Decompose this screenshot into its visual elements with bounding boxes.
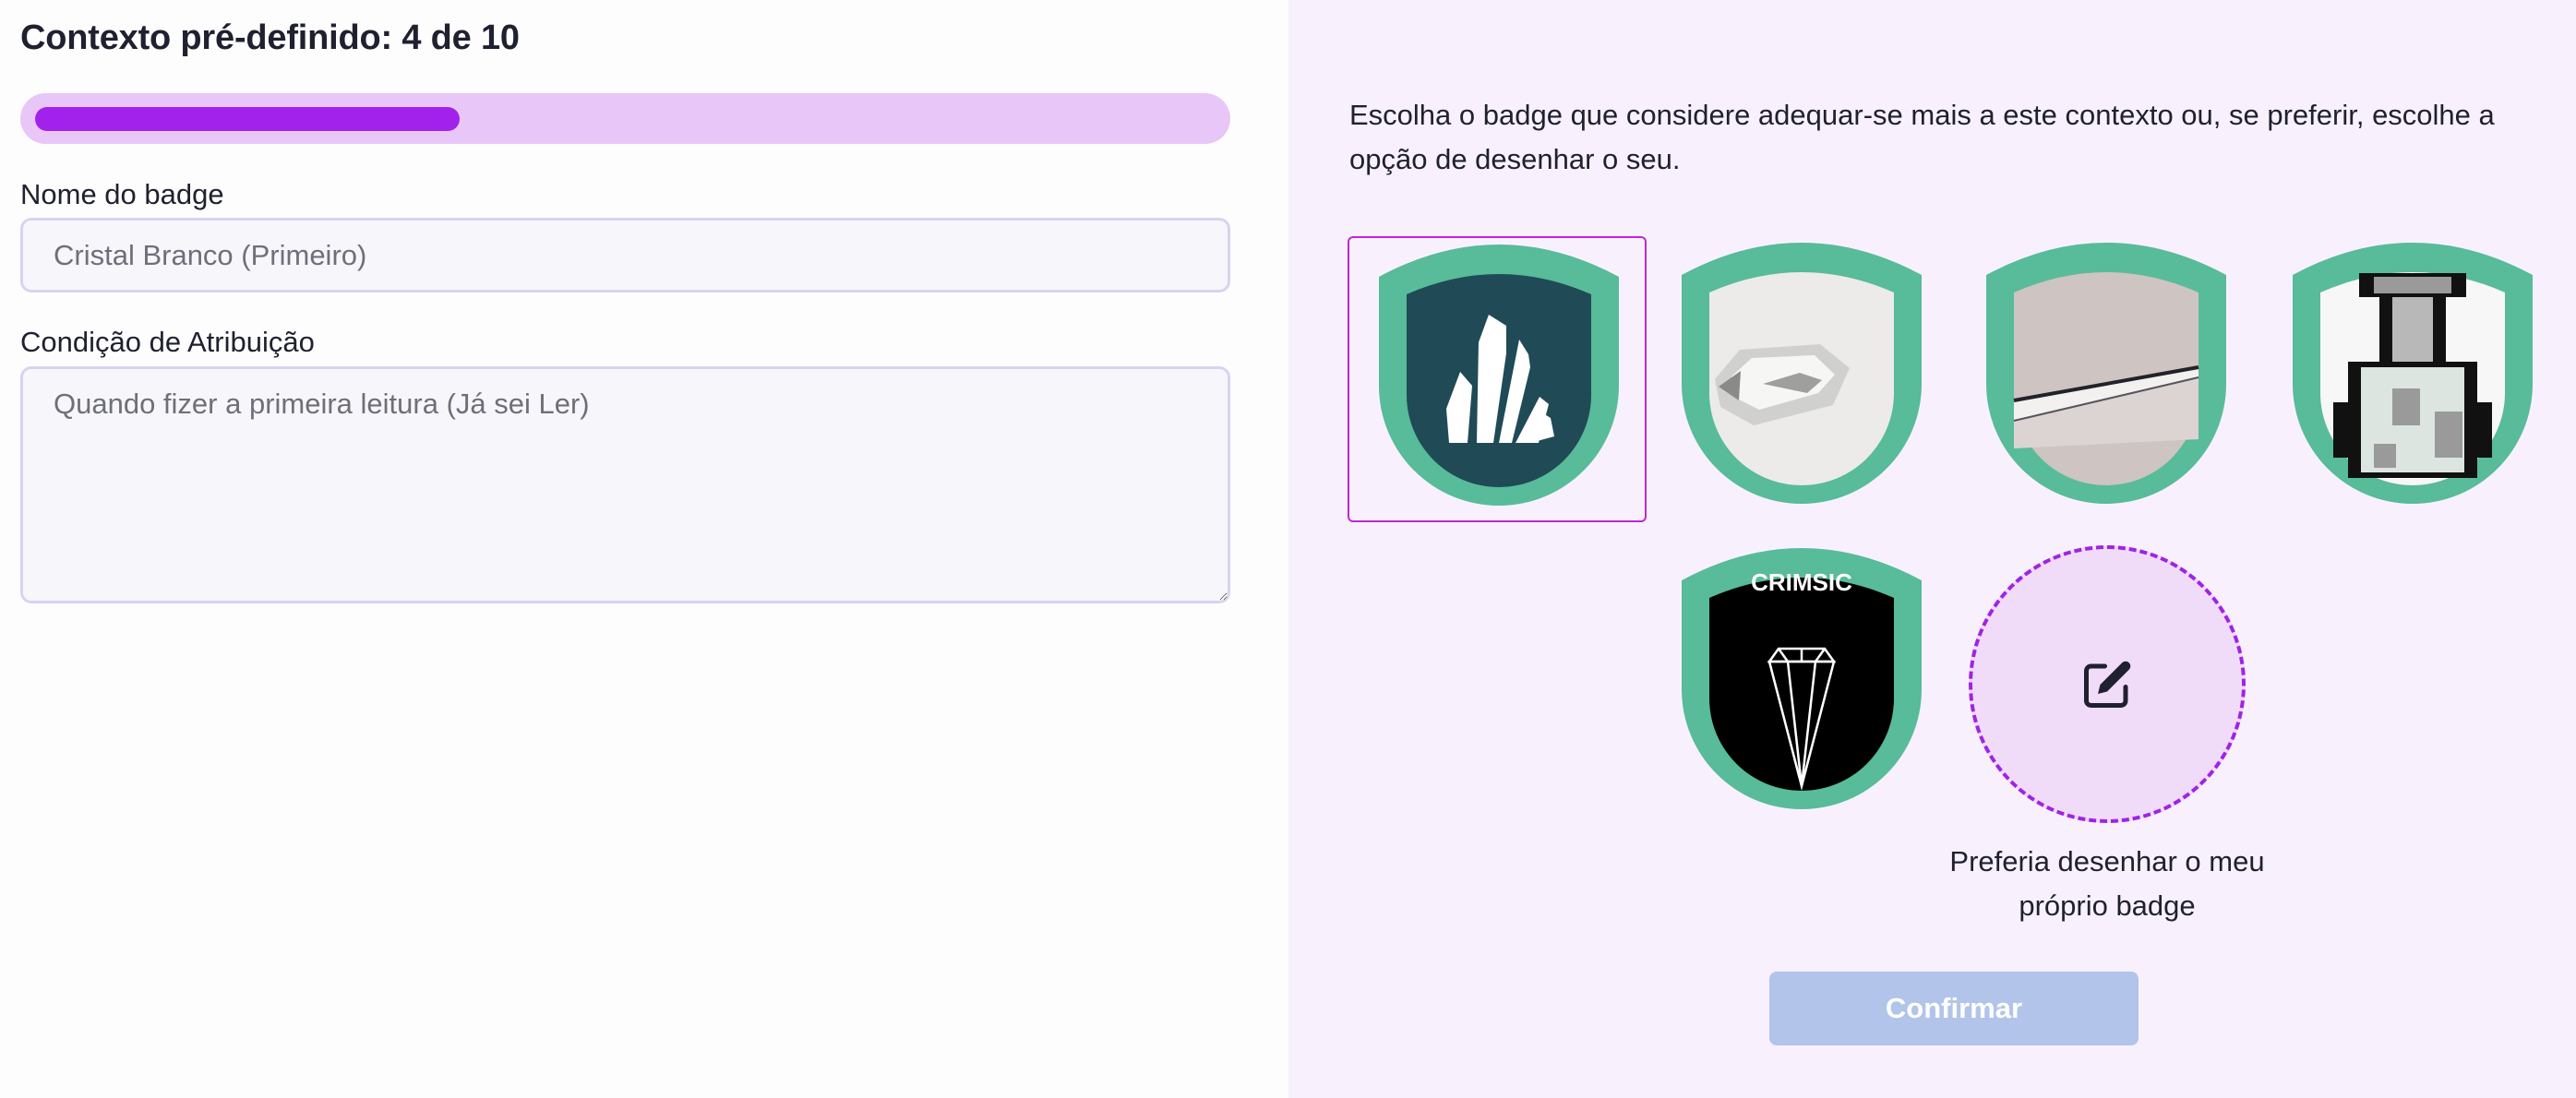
page-title: Contexto pré-definido: 4 de 10 [20, 18, 520, 57]
condition-textarea[interactable] [20, 366, 1230, 603]
badge-option-crimsic-diamond[interactable]: CRIMSIC [1652, 542, 1951, 828]
progress-bar-fill [35, 107, 460, 131]
crystal-cluster-icon [1379, 245, 1619, 506]
badge-option-ice-crystal[interactable] [1652, 236, 1951, 522]
draw-own-badge-label: Preferia desenhar o meu próprio badge [1949, 845, 2265, 922]
confirm-button[interactable]: Confirmar [1769, 972, 2139, 1045]
badge-option-pixel-bottle[interactable] [2263, 236, 2562, 522]
badge-option-crystal-cluster[interactable] [1348, 236, 1647, 522]
paper-fold-icon [1986, 243, 2226, 504]
crimsic-diamond-icon: CRIMSIC [1682, 548, 1922, 809]
pixel-bottle-icon [2293, 243, 2533, 504]
progress-bar [20, 93, 1230, 144]
badge-option-paper-fold[interactable] [1957, 236, 2256, 522]
badge-name-label: Nome do badge [20, 178, 224, 210]
form-panel: Contexto pré-definido: 4 de 10 Nome do b… [0, 0, 1288, 1098]
condition-label: Condição de Atribuição [20, 326, 315, 358]
picker-description: Escolha o badge que considere adequar-se… [1349, 99, 2495, 175]
ice-crystal-icon [1682, 243, 1922, 504]
badge-name-input[interactable] [20, 218, 1230, 292]
edit-icon [2084, 661, 2131, 708]
draw-own-badge-button[interactable] [1969, 545, 2246, 823]
crimsic-logo-text: CRIMSIC [1751, 568, 1852, 596]
